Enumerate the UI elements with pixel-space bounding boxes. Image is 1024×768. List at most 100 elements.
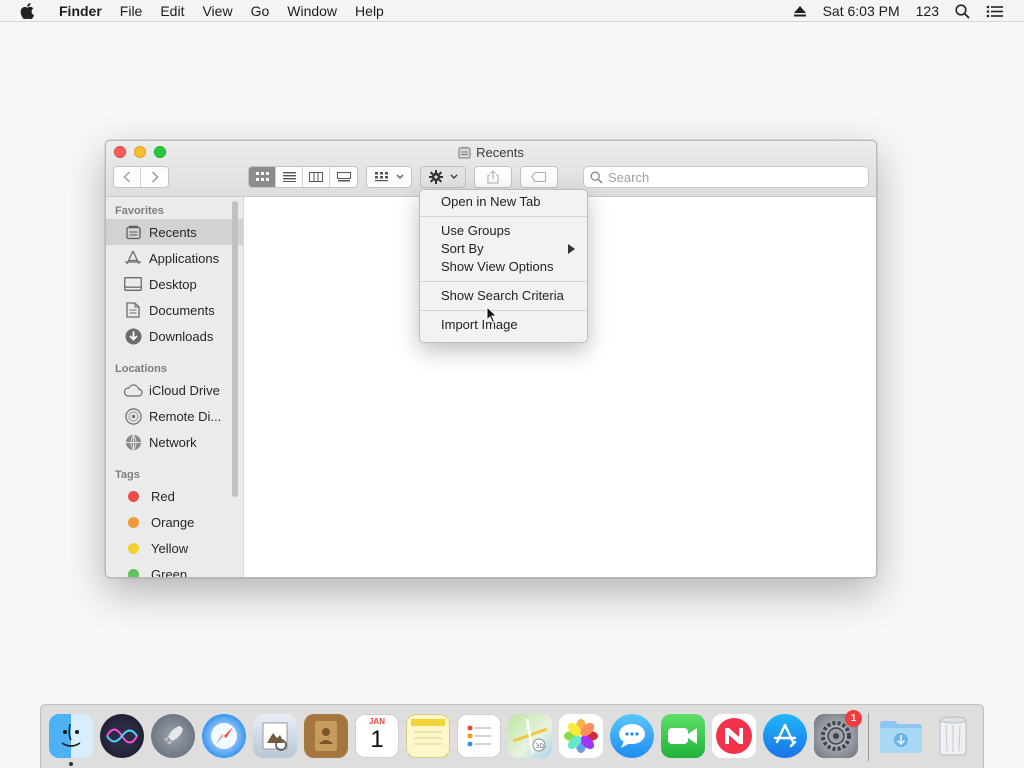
dock-photos-icon[interactable]	[559, 714, 603, 758]
dock-news-icon[interactable]	[712, 714, 756, 758]
recents-icon	[123, 223, 143, 241]
sidebar-item-network[interactable]: Network	[106, 429, 243, 455]
menu-window[interactable]: Window	[278, 0, 346, 22]
action-menu-button[interactable]	[420, 166, 466, 188]
window-title-text: Recents	[476, 145, 524, 160]
dock-preview-icon[interactable]	[253, 714, 297, 758]
dock-finder-icon[interactable]	[49, 714, 93, 758]
icon-grid-icon	[255, 172, 269, 181]
sidebar-tag-red[interactable]: Red	[106, 483, 243, 509]
dock: JAN 1 3D 1	[40, 704, 984, 768]
dock-launchpad-icon[interactable]	[151, 714, 195, 758]
spotlight-search-icon[interactable]	[947, 0, 978, 22]
gallery-icon	[336, 172, 351, 182]
sidebar-item-label: Network	[149, 434, 197, 450]
menu-item-label: Sort By	[441, 241, 484, 256]
disc-icon	[123, 407, 143, 425]
menu-separator	[420, 281, 587, 282]
dock-divider	[868, 713, 869, 761]
sidebar-item-recents[interactable]: Recents	[106, 219, 243, 245]
dock-calendar-icon[interactable]: JAN 1	[355, 714, 399, 758]
dock-trash-icon[interactable]	[931, 714, 975, 758]
yellow-tag-dot-icon	[128, 542, 139, 554]
sidebar-item-label: Remote Di...	[149, 408, 222, 424]
share-icon	[487, 170, 499, 184]
cloud-icon	[123, 381, 143, 399]
list-view-button[interactable]	[276, 167, 303, 187]
menu-separator	[420, 216, 587, 217]
search-field[interactable]	[583, 166, 869, 188]
menu-item-show-search-criteria[interactable]: Show Search Criteria	[420, 287, 587, 305]
list-icon	[282, 172, 296, 182]
orange-tag-dot-icon	[128, 516, 139, 528]
input-source-indicator[interactable]: 123	[908, 0, 947, 22]
menu-finder[interactable]: Finder	[50, 0, 111, 22]
calendar-day-label: 1	[370, 726, 384, 753]
green-tag-dot-icon	[128, 568, 139, 577]
dock-safari-icon[interactable]	[202, 714, 246, 758]
menu-view[interactable]: View	[193, 0, 241, 22]
sidebar-tag-green[interactable]: Green	[106, 561, 243, 577]
dock-siri-icon[interactable]	[100, 714, 144, 758]
apple-menu-icon[interactable]	[18, 2, 36, 20]
dock-contacts-icon[interactable]	[304, 714, 348, 758]
menu-item-open-in-new-tab[interactable]: Open in New Tab	[420, 193, 587, 211]
chevron-down-icon	[450, 174, 457, 179]
red-tag-dot-icon	[128, 490, 139, 502]
share-button[interactable]	[474, 166, 512, 188]
sidebar-item-label: Recents	[149, 224, 197, 240]
group-by-button[interactable]	[366, 166, 412, 188]
menu-item-use-groups[interactable]: Use Groups	[420, 222, 587, 240]
mouse-pointer-icon	[486, 305, 498, 324]
sidebar-tag-yellow[interactable]: Yellow	[106, 535, 243, 561]
documents-icon	[123, 301, 143, 319]
column-view-button[interactable]	[303, 167, 330, 187]
dock-maps-icon[interactable]: 3D	[508, 714, 552, 758]
dock-notes-icon[interactable]	[406, 714, 450, 758]
dock-facetime-icon[interactable]	[661, 714, 705, 758]
sidebar-item-documents[interactable]: Documents	[106, 297, 243, 323]
menu-file[interactable]: File	[111, 0, 152, 22]
dock-downloads-folder-icon[interactable]	[879, 714, 923, 758]
sidebar-item-label: iCloud Drive	[149, 382, 220, 398]
icon-view-button[interactable]	[249, 167, 276, 187]
sidebar-tag-orange[interactable]: Orange	[106, 509, 243, 535]
gear-icon	[428, 170, 443, 184]
sidebar-item-label: Documents	[149, 302, 215, 318]
menu-edit[interactable]: Edit	[151, 0, 193, 22]
menu-item-show-view-options[interactable]: Show View Options	[420, 258, 587, 276]
svg-text:3D: 3D	[536, 743, 545, 750]
search-input[interactable]	[608, 169, 808, 185]
dock-app-store-icon[interactable]	[763, 714, 807, 758]
menu-help[interactable]: Help	[346, 0, 393, 22]
sidebar-item-label: Desktop	[149, 276, 197, 292]
window-title: Recents	[106, 145, 876, 162]
gallery-view-button[interactable]	[330, 167, 357, 187]
finder-running-indicator	[69, 762, 73, 766]
notification-center-icon[interactable]	[978, 0, 1012, 22]
tag-icon	[531, 172, 547, 182]
chevron-right-icon	[151, 171, 159, 183]
sidebar-item-icloud-drive[interactable]: iCloud Drive	[106, 377, 243, 403]
sidebar-item-remote-disc[interactable]: Remote Di...	[106, 403, 243, 429]
sidebar-item-applications[interactable]: Applications	[106, 245, 243, 271]
menu-item-sort-by[interactable]: Sort By	[420, 240, 587, 258]
sidebar-scrollbar[interactable]	[232, 201, 238, 497]
menu-clock[interactable]: Sat 6:03 PM	[815, 0, 908, 22]
back-button[interactable]	[114, 167, 141, 187]
forward-button[interactable]	[141, 167, 168, 187]
menu-separator	[420, 310, 587, 311]
dock-messages-icon[interactable]	[610, 714, 654, 758]
dock-system-preferences-icon[interactable]: 1	[814, 710, 862, 758]
sidebar-item-downloads[interactable]: Downloads	[106, 323, 243, 349]
menu-item-import-image[interactable]: Import Image	[420, 316, 587, 334]
action-context-menu: Open in New Tab Use Groups Sort By Show …	[419, 189, 588, 343]
dock-reminders-icon[interactable]	[457, 714, 501, 758]
edit-tags-button[interactable]	[520, 166, 558, 188]
eject-icon[interactable]	[785, 0, 815, 22]
menu-go[interactable]: Go	[242, 0, 279, 22]
applications-icon	[123, 249, 143, 267]
network-icon	[123, 433, 143, 451]
locations-header: Locations	[115, 363, 167, 375]
sidebar-item-desktop[interactable]: Desktop	[106, 271, 243, 297]
